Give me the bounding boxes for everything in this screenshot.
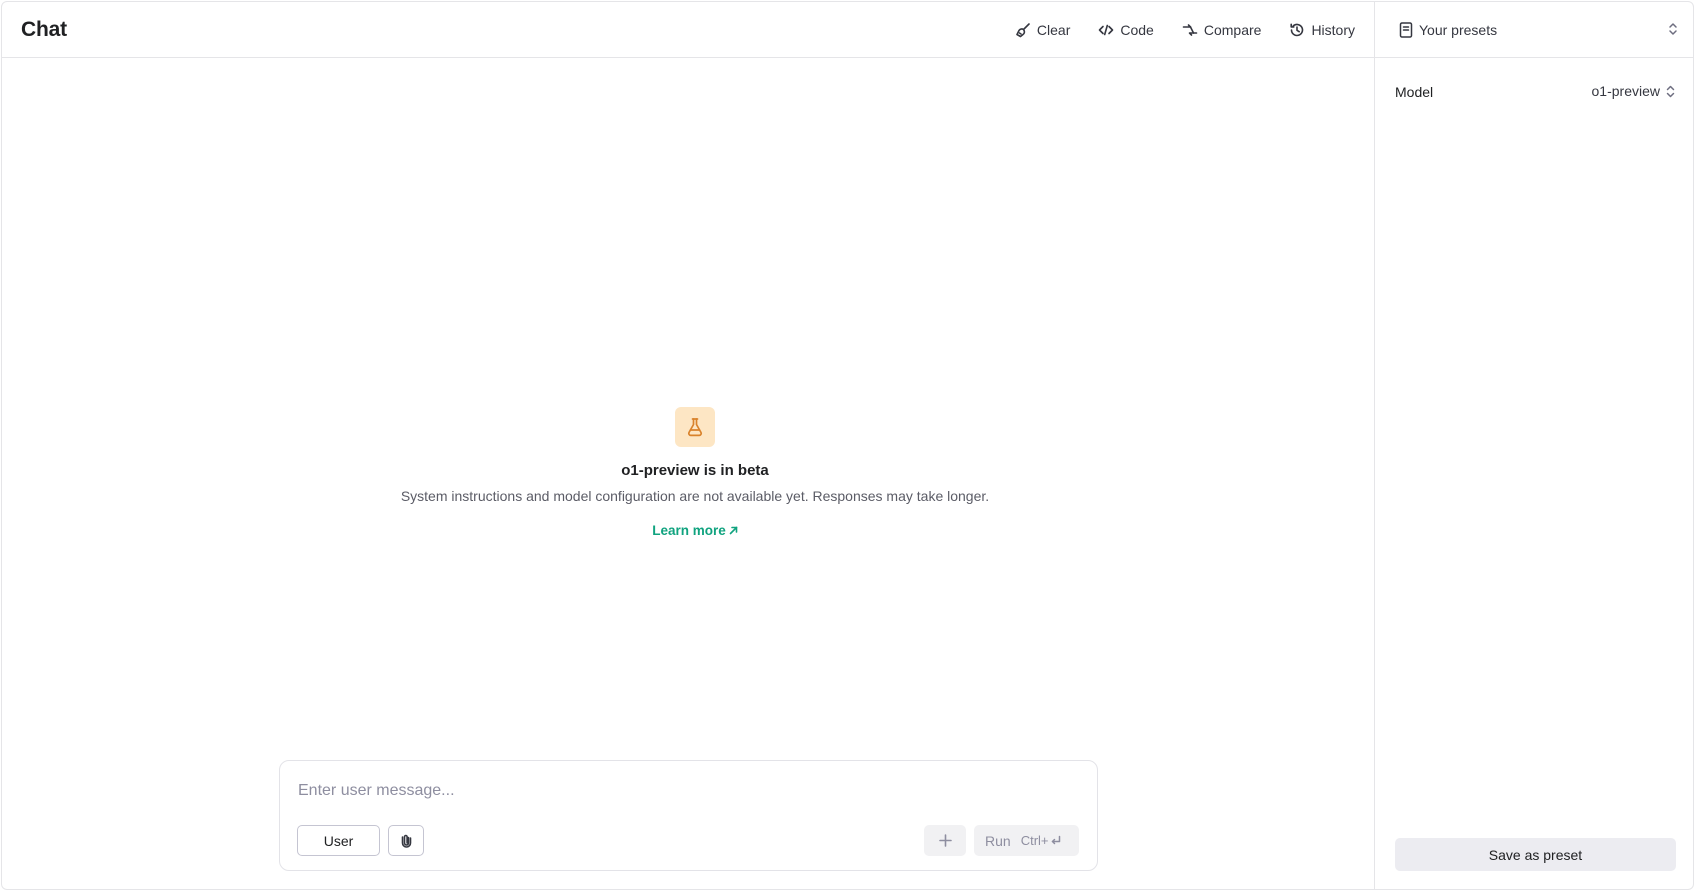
flask-icon bbox=[687, 418, 703, 437]
history-button[interactable]: History bbox=[1289, 19, 1355, 41]
presets-label: Your presets bbox=[1419, 22, 1498, 38]
run-label: Run bbox=[985, 832, 1011, 849]
learn-more-label: Learn more bbox=[652, 523, 726, 538]
run-button[interactable]: Run Ctrl+ bbox=[974, 825, 1079, 856]
toolbar: Clear Code Compare History bbox=[1015, 19, 1355, 41]
chevron-up-down-icon bbox=[1666, 85, 1675, 97]
plus-icon bbox=[938, 834, 952, 847]
code-button[interactable]: Code bbox=[1098, 19, 1154, 41]
message-composer: User Run Ctrl+ bbox=[279, 760, 1098, 871]
save-as-preset-label: Save as preset bbox=[1488, 846, 1583, 863]
beta-description: System instructions and model configurat… bbox=[400, 488, 990, 504]
chevron-up-down-icon bbox=[1668, 22, 1678, 41]
compare-icon bbox=[1182, 24, 1198, 36]
run-shortcut: Ctrl+ bbox=[1021, 833, 1061, 848]
model-setting: Model o1-preview bbox=[1395, 83, 1675, 103]
model-value: o1-preview bbox=[1591, 83, 1660, 99]
compare-label: Compare bbox=[1203, 22, 1262, 38]
history-icon bbox=[1290, 23, 1304, 37]
run-shortcut-label: Ctrl+ bbox=[1020, 833, 1049, 848]
learn-more-link[interactable]: Learn more bbox=[652, 523, 738, 538]
attach-button[interactable] bbox=[388, 825, 424, 856]
role-toggle-button[interactable]: User bbox=[297, 825, 380, 856]
compare-button[interactable]: Compare bbox=[1182, 19, 1262, 41]
beta-title: o1-preview is in beta bbox=[621, 462, 769, 479]
history-label: History bbox=[1311, 22, 1355, 38]
user-message-input[interactable] bbox=[298, 779, 1058, 803]
external-arrow-icon bbox=[729, 526, 738, 535]
document-icon bbox=[1399, 22, 1413, 43]
page-title: Chat bbox=[21, 18, 67, 41]
code-label: Code bbox=[1120, 22, 1154, 38]
broom-icon bbox=[1016, 23, 1030, 38]
clear-label: Clear bbox=[1036, 22, 1071, 38]
settings-panel: Your presets Model o1-preview Save as pr… bbox=[1375, 2, 1693, 889]
presets-dropdown[interactable]: Your presets bbox=[1375, 2, 1693, 58]
app-window: Chat Clear Code Compare History o1-previ… bbox=[1, 1, 1694, 890]
role-label: User bbox=[323, 832, 354, 849]
enter-key-icon bbox=[1051, 835, 1060, 845]
clear-button[interactable]: Clear bbox=[1015, 19, 1070, 41]
beta-notice: o1-preview is in beta System instruction… bbox=[2, 407, 1388, 540]
save-as-preset-button[interactable]: Save as preset bbox=[1395, 838, 1676, 871]
model-select[interactable]: o1-preview bbox=[1592, 83, 1675, 99]
model-label: Model bbox=[1395, 84, 1434, 100]
chat-main: Chat Clear Code Compare History o1-previ… bbox=[2, 2, 1375, 889]
beta-badge bbox=[675, 407, 715, 447]
add-message-button[interactable] bbox=[924, 825, 966, 856]
chat-header: Chat Clear Code Compare History bbox=[2, 2, 1375, 58]
paperclip-icon bbox=[401, 834, 411, 848]
code-icon bbox=[1099, 24, 1114, 36]
